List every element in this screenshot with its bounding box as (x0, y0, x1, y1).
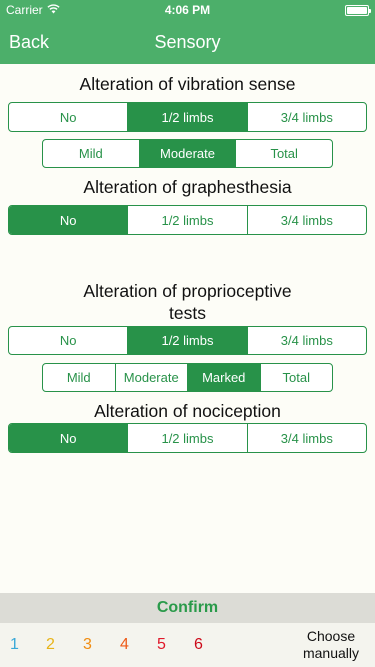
confirm-button[interactable]: Confirm (0, 593, 375, 623)
vibration-limbs-option[interactable]: 3/4 limbs (246, 103, 366, 131)
bottom-panel: Confirm 1 2 3 4 5 6 Choose manually (0, 593, 375, 667)
vibration-limbs-option[interactable]: 1/2 limbs (127, 103, 247, 131)
vibration-severity-option[interactable]: Mild (43, 140, 139, 167)
score-option-4[interactable]: 4 (120, 636, 129, 654)
vibration-limbs-control: No 1/2 limbs 3/4 limbs (8, 102, 367, 132)
choose-manually-line1: Choose (306, 628, 356, 644)
score-option-6[interactable]: 6 (194, 636, 203, 654)
graphesthesia-limbs-option[interactable]: No (9, 206, 128, 234)
question-title-proprioceptive: Alteration of proprioceptive (83, 281, 292, 301)
question-title-vibration: Alteration of vibration sense (79, 74, 296, 94)
nociception-limbs-control: No 1/2 limbs 3/4 limbs (8, 423, 367, 453)
graphesthesia-limbs-option[interactable]: 3/4 limbs (246, 206, 366, 234)
vibration-severity-option[interactable]: Moderate (138, 140, 236, 167)
score-option-5[interactable]: 5 (157, 636, 166, 654)
proprioceptive-severity-option[interactable]: Marked (187, 364, 260, 391)
score-option-1[interactable]: 1 (10, 636, 19, 654)
question-title-proprioceptive-line2: tests (169, 303, 206, 323)
status-bar: Carrier 4:06 PM (0, 0, 375, 20)
question-title-nociception: Alteration of nociception (94, 401, 281, 421)
score-option-3[interactable]: 3 (83, 636, 92, 654)
vibration-severity-control: Mild Moderate Total (42, 139, 333, 168)
score-option-2[interactable]: 2 (46, 636, 55, 654)
navigation-bar: Back Sensory (0, 20, 375, 64)
proprioceptive-severity-option[interactable]: Total (259, 364, 333, 391)
status-time: 4:06 PM (164, 3, 211, 17)
choose-manually-line2: manually (302, 645, 359, 661)
vibration-severity-option[interactable]: Total (235, 140, 332, 167)
graphesthesia-limbs-option[interactable]: 1/2 limbs (127, 206, 246, 234)
proprioceptive-limbs-option[interactable]: No (9, 327, 127, 354)
proprioceptive-limbs-option[interactable]: 1/2 limbs (127, 327, 247, 354)
proprioceptive-severity-option[interactable]: Moderate (114, 364, 188, 391)
nociception-limbs-option[interactable]: No (9, 424, 128, 452)
proprioceptive-severity-option[interactable]: Mild (43, 364, 115, 391)
graphesthesia-limbs-control: No 1/2 limbs 3/4 limbs (8, 205, 367, 235)
proprioceptive-limbs-control: No 1/2 limbs 3/4 limbs (8, 326, 367, 355)
score-selector: 1 2 3 4 5 6 Choose manually (0, 623, 375, 667)
question-title-graphesthesia: Alteration of graphesthesia (83, 177, 292, 197)
nociception-limbs-option[interactable]: 1/2 limbs (127, 424, 246, 452)
battery-icon (345, 5, 371, 16)
choose-manually-button[interactable]: Choose manually (303, 628, 359, 662)
proprioceptive-severity-control: Mild Moderate Marked Total (42, 363, 333, 392)
proprioceptive-limbs-option[interactable]: 3/4 limbs (246, 327, 366, 354)
nociception-limbs-option[interactable]: 3/4 limbs (246, 424, 366, 452)
page-title: Sensory (154, 32, 221, 52)
vibration-limbs-option[interactable]: No (9, 103, 127, 131)
